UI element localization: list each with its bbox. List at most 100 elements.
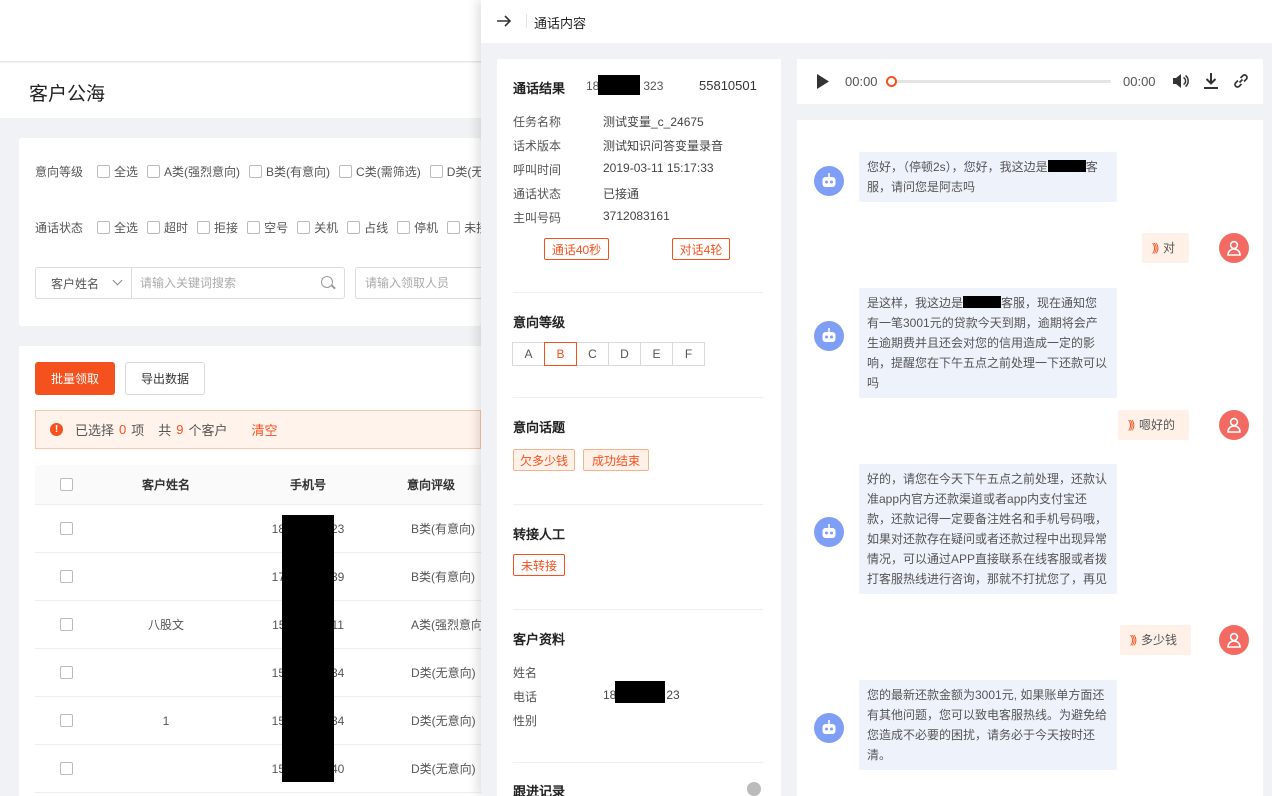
robot-icon xyxy=(822,720,836,734)
info-icon: ! xyxy=(50,423,63,436)
table-row[interactable]: 八股文 15 11 A类(强烈意向 xyxy=(35,601,481,649)
transfer-title: 转接人工 xyxy=(513,527,566,542)
current-time: 00:00 xyxy=(845,74,878,89)
row-checkbox[interactable] xyxy=(59,762,73,775)
assignee-input[interactable] xyxy=(355,267,481,299)
link-icon[interactable] xyxy=(1232,72,1250,90)
help-icon[interactable] xyxy=(747,782,761,796)
status-option-off[interactable]: 关机 xyxy=(297,219,338,236)
checkbox[interactable] xyxy=(97,165,111,178)
checkbox[interactable] xyxy=(297,221,311,234)
play-icon[interactable] xyxy=(815,73,831,90)
grade-option-f[interactable]: F xyxy=(672,342,705,366)
voice-wave-icon[interactable]: ))) xyxy=(1152,238,1159,258)
batch-claim-button[interactable]: 批量领取 xyxy=(35,362,115,395)
volume-icon[interactable] xyxy=(1171,72,1189,90)
header-divider xyxy=(526,14,527,28)
table-row[interactable]: 15 34 D类(无意向) xyxy=(35,649,481,697)
divider xyxy=(513,292,763,293)
clear-link[interactable]: 清空 xyxy=(252,420,278,439)
intent-option-a[interactable]: A类(强烈意向) xyxy=(147,163,240,180)
row-select-cell xyxy=(35,649,97,696)
row-intent: B类(有意向) xyxy=(411,570,475,584)
checkbox[interactable] xyxy=(397,221,411,234)
search-input[interactable] xyxy=(131,267,345,299)
row-name: 八股文 xyxy=(147,618,184,632)
intent-option-b[interactable]: B类(有意向) xyxy=(249,163,330,180)
checkbox[interactable] xyxy=(249,165,263,178)
download-icon[interactable] xyxy=(1203,72,1219,90)
result-title: 通话结果 xyxy=(513,81,566,96)
checkbox[interactable] xyxy=(97,221,111,234)
row-checkbox[interactable] xyxy=(59,714,73,727)
grade-option-a[interactable]: A xyxy=(512,342,545,366)
table-row[interactable]: 15 40 D类(无意向) xyxy=(35,745,481,793)
table-row[interactable]: 1 15 34 D类(无意向) xyxy=(35,697,481,745)
field-caller-number: 主叫号码 3712083161 xyxy=(513,209,670,225)
total-time: 00:00 xyxy=(1123,74,1156,89)
selected-count: 0 xyxy=(119,422,127,437)
table-row[interactable]: 18 23 B类(有意向) xyxy=(35,505,481,553)
divider xyxy=(513,504,763,505)
progress-track[interactable] xyxy=(889,80,1111,83)
select-all-checkbox[interactable] xyxy=(59,478,73,491)
row-name xyxy=(97,745,235,792)
user-avatar xyxy=(1219,233,1249,263)
search-icon[interactable] xyxy=(321,276,333,288)
row-name xyxy=(97,553,235,600)
grade-option-c[interactable]: C xyxy=(576,342,609,366)
chat-transcript: 您好，（停顿2s），您好，我这边是 客服，请问您是阿志吗 ))) 对 是这样，我这边… xyxy=(797,120,1263,796)
status-option-rejected[interactable]: 拒接 xyxy=(197,219,238,236)
back-arrow-icon[interactable] xyxy=(496,13,512,29)
grade-option-b[interactable]: B xyxy=(544,342,577,366)
person-icon xyxy=(1227,240,1241,256)
export-button[interactable]: 导出数据 xyxy=(125,362,205,395)
robot-icon xyxy=(822,173,836,187)
row-intent: D类(无意向) xyxy=(411,714,476,728)
panel-header xyxy=(481,0,1272,43)
user-message: ))) 对 xyxy=(1142,233,1190,263)
status-option-stopped[interactable]: 停机 xyxy=(397,219,438,236)
progress-handle[interactable] xyxy=(886,76,897,87)
col-phone: 手机号 xyxy=(289,478,326,492)
row-checkbox[interactable] xyxy=(59,666,73,679)
row-intent: D类(无意向) xyxy=(411,762,476,776)
voice-wave-icon[interactable]: ))) xyxy=(1128,415,1135,435)
checkbox[interactable] xyxy=(447,221,461,234)
grade-option-e[interactable]: E xyxy=(640,342,673,366)
checkbox[interactable] xyxy=(147,221,161,234)
user-avatar xyxy=(1219,410,1249,440)
checkbox[interactable] xyxy=(339,165,353,178)
bot-avatar xyxy=(814,517,844,547)
search-field-value: 客户姓名 xyxy=(51,276,100,291)
duration-tag: 通话40秒 xyxy=(544,238,609,260)
checkbox[interactable] xyxy=(147,165,161,178)
transfer-tag: 未转接 xyxy=(513,554,565,576)
row-name xyxy=(97,505,235,552)
row-select-cell xyxy=(35,601,97,648)
search-field-select[interactable]: 客户姓名 xyxy=(35,267,131,299)
user-avatar xyxy=(1219,625,1249,655)
voice-wave-icon[interactable]: ))) xyxy=(1130,630,1137,650)
status-option-all[interactable]: 全选 xyxy=(97,219,138,236)
checkbox[interactable] xyxy=(197,221,211,234)
row-checkbox[interactable] xyxy=(59,522,73,535)
name-redaction xyxy=(1047,160,1086,172)
intent-option-all[interactable]: 全选 xyxy=(97,163,138,180)
grade-option-d[interactable]: D xyxy=(608,342,641,366)
checkbox[interactable] xyxy=(429,165,443,178)
row-checkbox[interactable] xyxy=(59,570,73,583)
followup-title: 跟进记录 xyxy=(513,784,566,796)
checkbox[interactable] xyxy=(347,221,361,234)
intent-title: 意向等级 xyxy=(513,315,566,330)
checkbox[interactable] xyxy=(247,221,261,234)
intent-option-c[interactable]: C类(需筛选) xyxy=(339,163,421,180)
user-message: ))) 嗯好的 xyxy=(1118,410,1190,440)
status-option-empty[interactable]: 空号 xyxy=(247,219,288,236)
status-option-timeout[interactable]: 超时 xyxy=(147,219,188,236)
table-row[interactable]: 17 39 B类(有意向) xyxy=(35,553,481,601)
row-checkbox[interactable] xyxy=(59,618,73,631)
row-select-cell xyxy=(35,745,97,792)
intent-option-d[interactable]: D类(无 xyxy=(429,163,483,180)
status-option-busy[interactable]: 占线 xyxy=(347,219,388,236)
